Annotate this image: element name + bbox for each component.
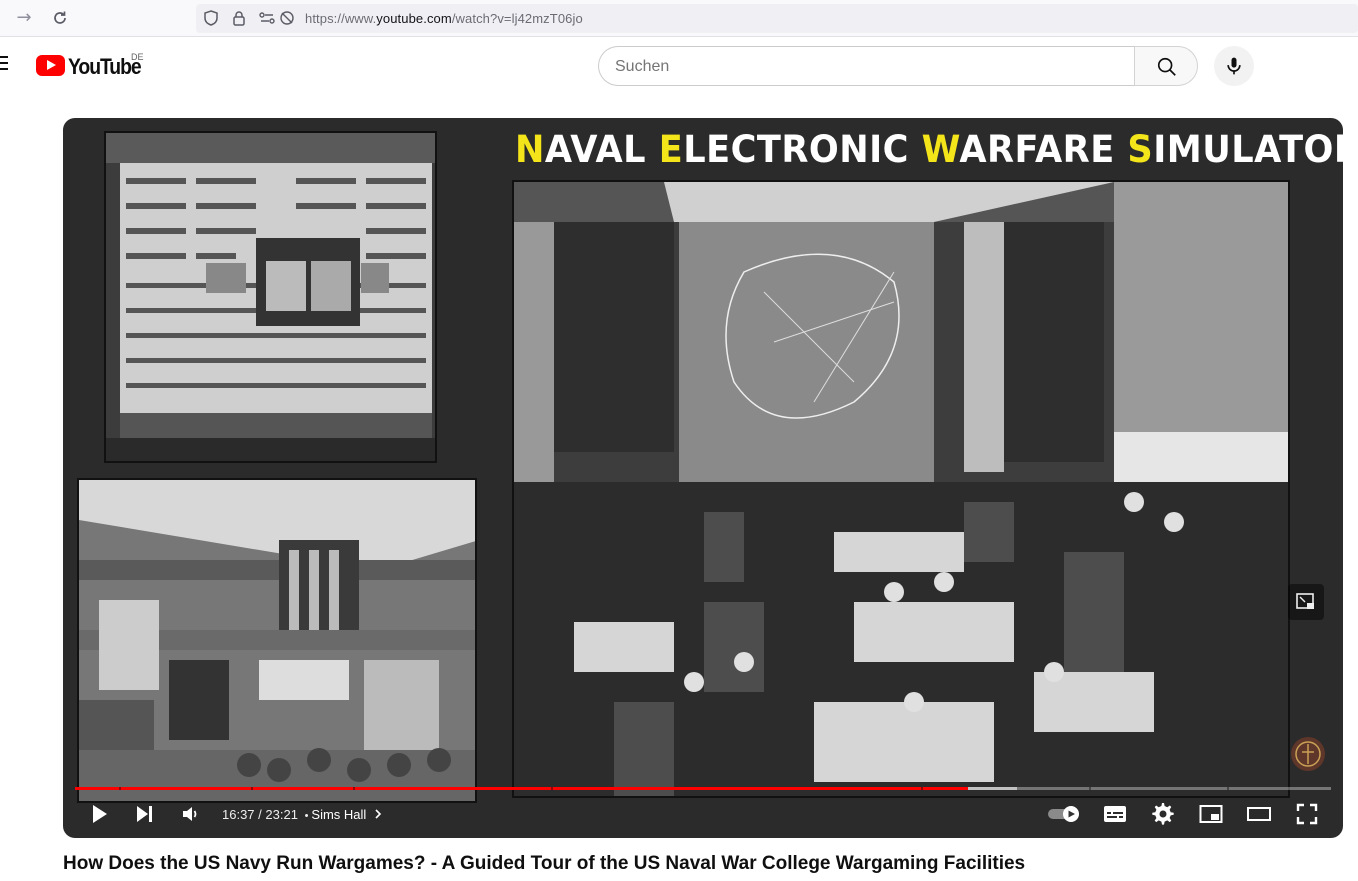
fullscreen-icon [1296,803,1318,825]
subtitles-icon [1104,806,1126,822]
voice-search-button[interactable] [1214,46,1254,86]
miniplayer-button[interactable] [1199,802,1223,826]
chapter-marker [921,787,923,790]
permissions-icon[interactable] [258,9,276,27]
reload-icon[interactable] [48,7,72,29]
chapter-marker [119,787,121,790]
search-button[interactable] [1134,46,1198,86]
tracking-blocked-icon[interactable] [278,9,296,27]
naval-war-college-seal-icon [1291,737,1325,771]
chevron-right-icon[interactable] [372,808,384,820]
fullscreen-button[interactable] [1295,802,1319,826]
youtube-play-icon [36,55,65,76]
hamburger-menu-icon[interactable] [0,56,10,70]
volume-icon [183,807,197,821]
subtitles-button[interactable] [1103,802,1127,826]
computer-console-photo [104,131,437,463]
miniplayer-overlay-icon [1296,593,1314,609]
lock-icon[interactable] [230,9,248,27]
duration: 23:21 [265,807,298,822]
search-icon [1157,57,1176,76]
progress-bar[interactable] [75,787,1331,790]
gear-icon [1152,803,1174,825]
war-room-photo [512,180,1290,798]
youtube-wordmark: YouTube [68,54,142,79]
chapter-marker [1227,787,1229,790]
autoplay-toggle-icon [1048,806,1079,822]
chapter-marker [353,787,355,790]
miniplayer-icon [1199,805,1223,823]
cast-overlay-button[interactable] [1288,584,1324,620]
video-player[interactable]: NAVAL ELECTRONIC WARFARE SIMULATOR 16:37… [63,118,1343,838]
browser-toolbar: → https://www.youtube.com/watch?v=lj42mz… [0,0,1358,37]
video-frame-title: NAVAL ELECTRONIC WARFARE SIMULATOR [515,128,1343,171]
chapter-marker [1089,787,1091,790]
chapter-separator: • [304,810,309,822]
search-box [598,46,1135,86]
next-button[interactable] [133,802,157,826]
theater-mode-button[interactable] [1247,802,1271,826]
chapter-marker [551,787,553,790]
settings-button[interactable] [1151,802,1175,826]
channel-watermark[interactable] [1288,734,1328,774]
search-input[interactable] [615,56,1095,78]
progress-played [75,787,969,790]
time-separator: / [254,807,266,822]
current-time: 16:37 [222,807,255,822]
theater-mode-icon [1247,807,1271,821]
shield-icon[interactable] [202,9,220,27]
play-icon [93,805,107,823]
youtube-logo[interactable]: YouTube DE [36,52,166,79]
autoplay-toggle[interactable] [1047,802,1083,826]
skip-next-icon [137,806,152,822]
chapter-title-button[interactable]: Sims Hall [311,807,366,822]
microphone-icon [1227,57,1241,75]
address-bar[interactable]: https://www.youtube.com/watch?v=lj42mzT0… [196,4,1358,33]
mute-button[interactable] [179,802,203,826]
country-code: DE [131,52,144,62]
forward-arrow-icon[interactable]: → [12,7,36,29]
simulator-room-photo [77,478,477,803]
play-button[interactable] [87,802,111,826]
video-title: How Does the US Navy Run Wargames? - A G… [63,853,1026,874]
url-text[interactable]: https://www.youtube.com/watch?v=lj42mzT0… [305,11,583,26]
time-display: 16:37 / 23:21 • Sims Hall [222,807,384,822]
chapter-marker [251,787,253,790]
